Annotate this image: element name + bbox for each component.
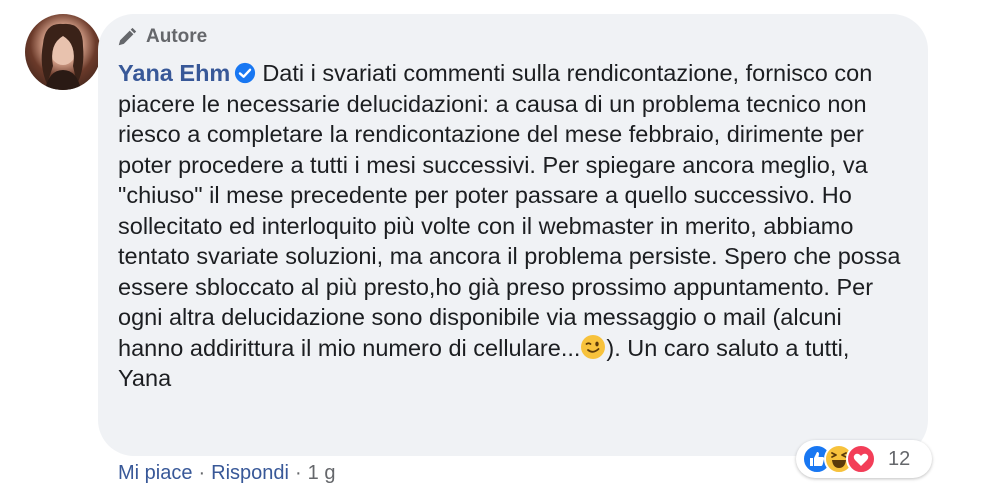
reactions-count: 12 — [888, 447, 911, 470]
love-reaction-icon — [846, 444, 876, 474]
separator: · — [198, 462, 206, 484]
separator: · — [294, 462, 302, 484]
comment-text-end: ). Un caro saluto a tutti, — [606, 334, 850, 361]
timestamp-link[interactable]: 1 g — [308, 462, 336, 485]
pencil-icon — [118, 27, 137, 46]
comment-text: Dati i svariati commenti sulla rendicont… — [118, 60, 901, 361]
like-link[interactable]: Mi piace — [118, 462, 192, 485]
author-badge-label: Autore — [146, 26, 208, 47]
reply-link[interactable]: Rispondi — [211, 462, 289, 485]
winking-face-emoji-icon — [581, 334, 606, 359]
author-badge: Autore — [116, 24, 207, 50]
verified-badge-icon — [235, 62, 256, 84]
comment-actions: Mi piace · Rispondi · 1 g — [118, 462, 335, 485]
reactions-summary[interactable]: 12 — [796, 440, 932, 478]
author-avatar[interactable] — [25, 14, 101, 90]
comment-signature: Yana — [118, 365, 172, 391]
comment-body: Yana Ehm Dati i svariati commenti sulla … — [118, 58, 908, 394]
author-name[interactable]: Yana Ehm — [118, 60, 230, 86]
